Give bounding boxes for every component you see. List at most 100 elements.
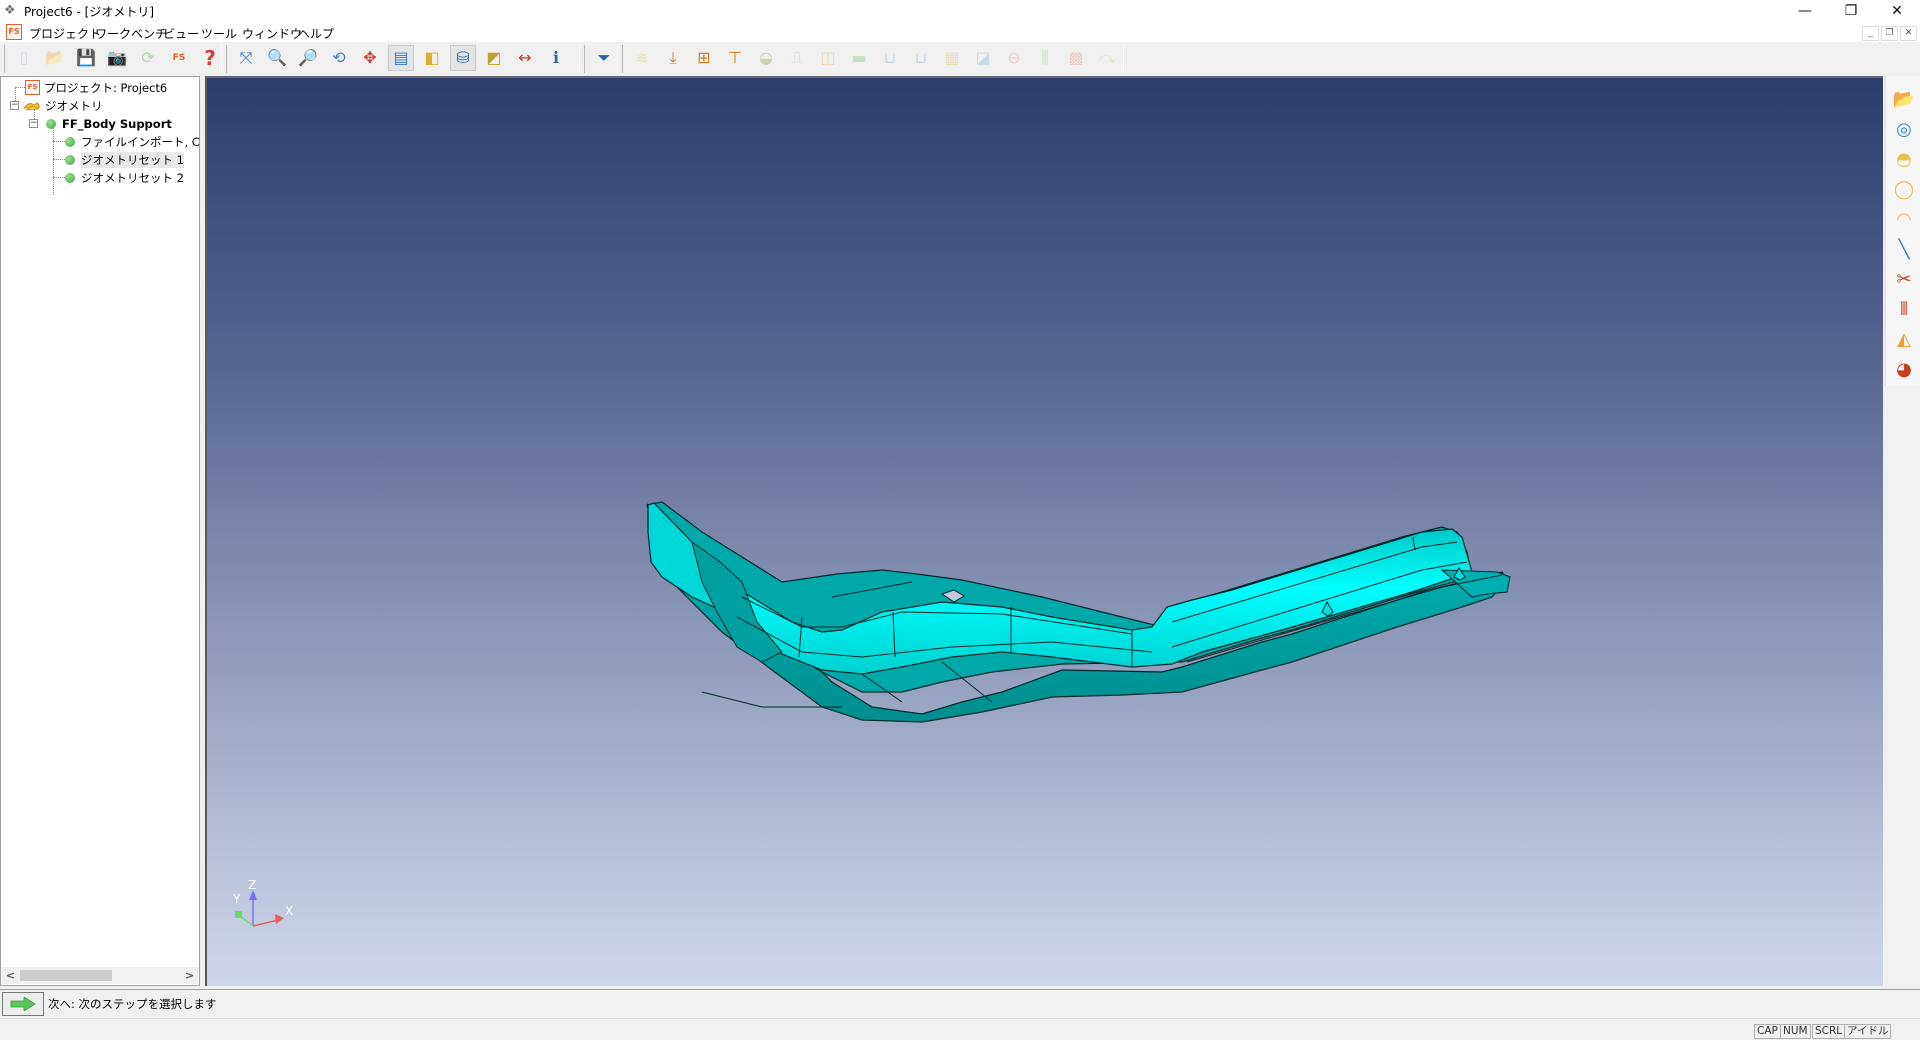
z-axis-label: Z xyxy=(248,878,257,892)
tree-item-geometry-set-1[interactable]: ジオメトリセット 1 xyxy=(65,151,184,168)
tree-line xyxy=(53,141,65,142)
tree-horizontal-scrollbar[interactable]: < > xyxy=(2,967,198,984)
cut-surface-button[interactable]: ✂ xyxy=(1891,266,1917,292)
tree-item-geometry-set-2[interactable]: ジオメトリセット 2 xyxy=(65,169,184,186)
toolbar-view-group: ⤧ 🔍 🔎 ⟲ ✥ ▤ ◧ ⛁ ◩ ↔ ℹ xyxy=(226,45,580,73)
surface-patch-button[interactable]: ◓ xyxy=(1891,146,1917,172)
profile-button[interactable]: ⎍ xyxy=(784,45,810,71)
blank-button[interactable]: ▬ xyxy=(846,45,872,71)
camera-button[interactable]: 📷 xyxy=(104,45,130,71)
columns-button[interactable]: ⫼ xyxy=(1032,45,1058,71)
tree-item-label: ジオメトリセット 1 xyxy=(81,151,184,168)
scroll-left-arrow[interactable]: < xyxy=(2,967,19,984)
import-geometry-button[interactable]: 📂 xyxy=(1891,86,1917,112)
measure-icon: ↔ xyxy=(518,48,532,67)
tool-press-wrench-button[interactable]: ⊞ xyxy=(691,45,717,71)
right-toolbar: 📂 ◎ ◓ ◯ ◠ ╲ ✂ ⫴ ◭ ◕ xyxy=(1885,76,1920,386)
die-set-icon: ⊔ xyxy=(914,48,928,67)
columns-icon: ⫼ xyxy=(1041,48,1049,67)
tree-item-project[interactable]: FS プロジェクト: Project6 xyxy=(25,79,167,96)
fill-hole-button[interactable]: ◯ xyxy=(1891,176,1917,202)
cylinder-button[interactable]: ⛁ xyxy=(450,45,476,71)
tree-item-geometry[interactable]: ジオメトリ xyxy=(23,97,103,114)
zoom-window-button[interactable]: 🔍 xyxy=(264,45,290,71)
help-button[interactable]: ? xyxy=(197,45,223,71)
fs-report-button[interactable]: FS xyxy=(166,45,192,71)
status-dot-icon xyxy=(65,172,75,183)
update-view-button[interactable]: ▤ xyxy=(388,45,414,71)
reflect-button[interactable]: ◭ xyxy=(1891,326,1917,352)
edge-fill-button[interactable]: ◠ xyxy=(1891,206,1917,232)
tool-draw-wrench-button[interactable]: ⊤ xyxy=(722,45,748,71)
tool-down-wrench-icon: ⤓ xyxy=(669,48,677,67)
close-button[interactable]: ✕ xyxy=(1874,0,1920,22)
project-tree-panel: FS プロジェクト: Project6 − ジオメトリ − FF_Body Su… xyxy=(0,76,224,986)
fit-all-button[interactable]: ⤧ xyxy=(233,45,259,71)
tree-line xyxy=(53,177,65,178)
tree-line xyxy=(15,87,25,88)
tree-item-ff-body-support[interactable]: FF_Body Support xyxy=(46,115,172,132)
die-set-button[interactable]: ⊔ xyxy=(908,45,934,71)
status-dot-icon xyxy=(65,154,75,165)
symmetry-button[interactable]: ⫴ xyxy=(1891,296,1917,322)
tool-down-wrench-button[interactable]: ⤓ xyxy=(660,45,686,71)
refresh-icon: ⟳ xyxy=(141,48,155,67)
mdi-restore-button[interactable]: ❐ xyxy=(1881,26,1898,41)
filter-button[interactable]: ⏷ xyxy=(591,45,617,71)
mdi-close-button[interactable]: ✕ xyxy=(1900,26,1917,41)
y-axis-arrow xyxy=(235,911,242,918)
menu-view[interactable]: ビュー xyxy=(163,25,199,42)
measure-button[interactable]: ↔ xyxy=(512,45,538,71)
shaded-box-icon: ◧ xyxy=(424,48,440,67)
menu-help[interactable]: ヘルプ xyxy=(298,25,334,42)
line-button[interactable]: ╲ xyxy=(1891,236,1917,262)
camera-icon: 📷 xyxy=(107,48,127,67)
info-button[interactable]: ℹ xyxy=(543,45,569,71)
surface-shape-button[interactable]: ≋ xyxy=(629,45,655,71)
pan-button[interactable]: ✥ xyxy=(357,45,383,71)
mesh-button[interactable]: ▦ xyxy=(939,45,965,71)
scroll-right-arrow[interactable]: > xyxy=(181,967,198,984)
fit-all-icon: ⤧ xyxy=(239,48,253,67)
inspect-surface-button[interactable]: ◕ xyxy=(1891,356,1917,382)
menu-tools[interactable]: ツール xyxy=(201,25,237,42)
fs-logo-icon[interactable]: FS xyxy=(6,24,22,40)
shaded-box-button[interactable]: ◧ xyxy=(419,45,445,71)
grid-button[interactable]: ▩ xyxy=(1063,45,1089,71)
split-button[interactable]: ◫ xyxy=(815,45,841,71)
tree-collapse-toggle[interactable]: − xyxy=(29,119,38,128)
next-step-button[interactable] xyxy=(2,992,44,1016)
zoom-in-button[interactable]: 🔎 xyxy=(295,45,321,71)
profile-icon: ⎍ xyxy=(791,48,803,67)
rotate-button[interactable]: ⟲ xyxy=(326,45,352,71)
section-plane-button[interactable]: ◩ xyxy=(481,45,507,71)
save-button[interactable]: 💾 xyxy=(73,45,99,71)
menu-workbench[interactable]: ワークベンチ xyxy=(95,25,167,42)
formability-button[interactable]: ◒ xyxy=(753,45,779,71)
springback-button[interactable]: ⤼ xyxy=(1094,45,1120,71)
open-folder-button[interactable]: 📂 xyxy=(42,45,68,71)
menu-project[interactable]: プロジェクト xyxy=(29,25,101,42)
menu-window[interactable]: ウィンドウ xyxy=(242,25,302,42)
symmetry-icon: ⫴ xyxy=(1900,298,1908,320)
tree-collapse-toggle[interactable]: − xyxy=(10,101,19,110)
die-icon: ⊔ xyxy=(883,48,897,67)
axis-triad xyxy=(235,890,284,927)
scrollbar-thumb[interactable] xyxy=(20,970,112,981)
x-axis xyxy=(252,919,279,927)
blank-roll-icon: ◎ xyxy=(1896,118,1912,140)
3d-viewport[interactable]: Z Y X xyxy=(205,76,1883,986)
bead-button[interactable]: ⊖ xyxy=(1001,45,1027,71)
blank-roll-button[interactable]: ◎ xyxy=(1891,116,1917,142)
mdi-minimize-button[interactable]: _ xyxy=(1862,26,1879,41)
new-document-button[interactable]: ▯ xyxy=(11,45,37,71)
import-geometry-icon: 📂 xyxy=(1892,88,1916,110)
restore-button[interactable]: ❐ xyxy=(1828,0,1874,22)
status-idle: アイドル xyxy=(1844,1024,1892,1039)
geometry-folder-icon xyxy=(23,99,41,112)
menu-bar: FS プロジェクト ワークベンチ ビュー ツール ウィンドウ ヘルプ xyxy=(0,22,1920,42)
refresh-button[interactable]: ⟳ xyxy=(135,45,161,71)
minimize-button[interactable]: — xyxy=(1782,0,1828,22)
die-button[interactable]: ⊔ xyxy=(877,45,903,71)
trim-button[interactable]: ◪ xyxy=(970,45,996,71)
